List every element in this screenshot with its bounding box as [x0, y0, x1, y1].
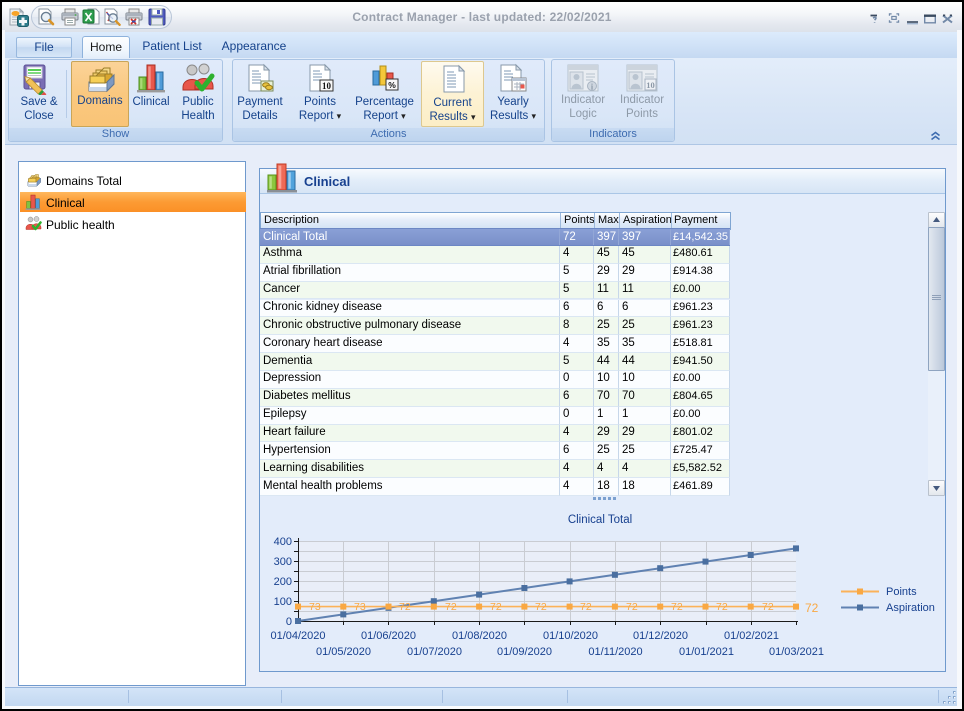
svg-text:72: 72 [716, 601, 728, 613]
svg-text:Clinical Total: Clinical Total [568, 514, 632, 526]
svg-text:01/09/2020: 01/09/2020 [497, 646, 552, 658]
svg-text:100: 100 [274, 596, 292, 608]
svg-text:72: 72 [399, 601, 411, 613]
svg-text:400: 400 [274, 536, 292, 548]
svg-text:72: 72 [580, 601, 592, 613]
svg-text:300: 300 [274, 556, 292, 568]
svg-text:01/05/2020: 01/05/2020 [316, 646, 371, 658]
svg-text:01/12/2020: 01/12/2020 [633, 630, 688, 642]
svg-text:72: 72 [805, 601, 819, 615]
svg-text:01/06/2020: 01/06/2020 [361, 630, 416, 642]
svg-text:01/04/2020: 01/04/2020 [270, 630, 325, 642]
svg-text:Points: Points [886, 586, 917, 598]
svg-text:73: 73 [354, 601, 366, 613]
svg-text:10: 10 [322, 81, 332, 91]
svg-text:72: 72 [626, 601, 638, 613]
svg-text:01/11/2020: 01/11/2020 [588, 646, 642, 658]
svg-text:72: 72 [535, 601, 547, 613]
svg-text:73: 73 [309, 601, 321, 613]
svg-text:01/01/2021: 01/01/2021 [679, 646, 734, 658]
svg-text:72: 72 [490, 601, 502, 613]
svg-text:01/03/2021: 01/03/2021 [769, 646, 824, 658]
svg-text:72: 72 [671, 601, 683, 613]
svg-text:01/07/2020: 01/07/2020 [407, 646, 462, 658]
svg-text:01/08/2020: 01/08/2020 [452, 630, 507, 642]
svg-text:10: 10 [646, 80, 655, 90]
svg-text:200: 200 [274, 576, 292, 588]
svg-text:0: 0 [286, 616, 292, 628]
svg-text:01/02/2021: 01/02/2021 [724, 630, 779, 642]
svg-text:72: 72 [762, 601, 774, 613]
svg-text:01/10/2020: 01/10/2020 [543, 630, 598, 642]
svg-text:72: 72 [445, 601, 457, 613]
svg-text:Aspiration: Aspiration [886, 602, 935, 614]
svg-text:%: % [388, 80, 396, 90]
